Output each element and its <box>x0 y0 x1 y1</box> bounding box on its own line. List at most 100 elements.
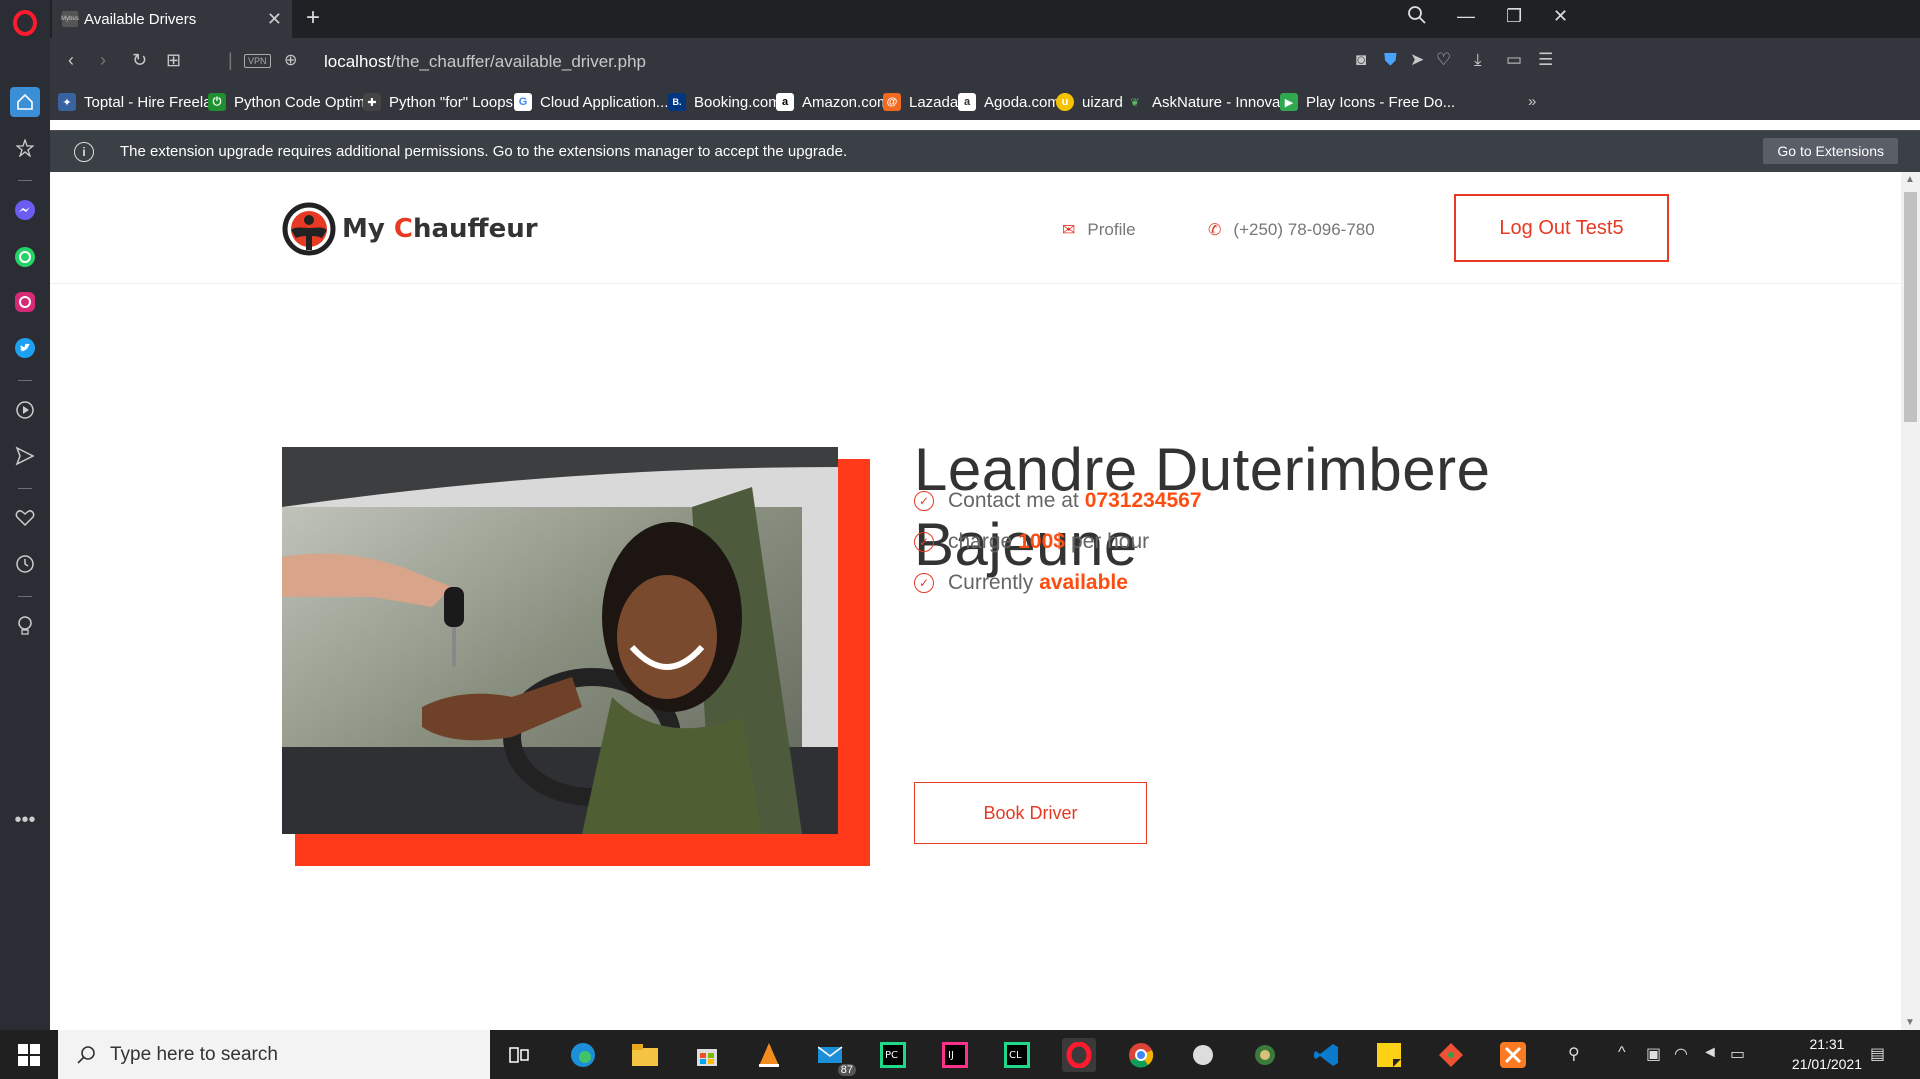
logout-button[interactable]: Log Out Test5 <box>1454 194 1669 262</box>
nav-profile[interactable]: ✉ Profile <box>1062 220 1136 240</box>
chrome-icon[interactable] <box>1124 1038 1158 1072</box>
history-icon[interactable] <box>10 549 40 579</box>
file-explorer-icon[interactable] <box>628 1038 662 1072</box>
flow-icon[interactable] <box>10 441 40 471</box>
bookmark-python-for[interactable]: ✚ Python "for" Loops... <box>363 93 526 111</box>
bookmark-amazon[interactable]: a Amazon.com <box>776 93 890 111</box>
easy-setup-icon[interactable]: ☰ <box>1538 50 1553 70</box>
vpn-badge[interactable]: VPN <box>244 54 271 68</box>
close-window-icon[interactable]: ✕ <box>1553 6 1568 27</box>
bookmark-python-code[interactable]: ⏻ Python Code Optim... <box>208 93 377 111</box>
messenger-icon[interactable] <box>10 195 40 225</box>
extension-infobar: i The extension upgrade requires additio… <box>50 130 1920 172</box>
tab-close-icon[interactable]: ✕ <box>267 9 282 30</box>
twitter-icon[interactable] <box>10 333 40 363</box>
scroll-down-icon[interactable]: ▼ <box>1905 1017 1915 1028</box>
site-header: My Chauffeur ✉ Profile ✆ (+250) 78-096-7… <box>50 172 1901 284</box>
edge-icon[interactable] <box>566 1038 600 1072</box>
amazon-icon: a <box>776 93 794 111</box>
heart-icon[interactable]: ♡ <box>1436 50 1451 70</box>
back-icon[interactable]: ‹ <box>68 50 74 71</box>
tab-bar: Mybus Available Drivers ✕ + — ❐ ✕ <box>50 0 1920 38</box>
search-placeholder: Type here to search <box>110 1043 278 1065</box>
notifications-icon[interactable]: ▤ <box>1870 1044 1885 1064</box>
bookmark-cloud-application[interactable]: G Cloud Application... <box>514 93 668 111</box>
reload-icon[interactable]: ↻ <box>132 50 147 71</box>
web-page: My Chauffeur ✉ Profile ✆ (+250) 78-096-7… <box>50 172 1901 1030</box>
scroll-up-icon[interactable]: ▲ <box>1905 174 1915 185</box>
scrollbar-thumb[interactable] <box>1904 192 1917 422</box>
intellij-icon[interactable]: IJ <box>938 1038 972 1072</box>
xampp-icon[interactable] <box>1496 1038 1530 1072</box>
git-icon[interactable] <box>1434 1038 1468 1072</box>
url-host: localhost <box>324 52 392 71</box>
instagram-icon[interactable] <box>10 287 40 317</box>
clion-icon[interactable]: CL <box>1000 1038 1034 1072</box>
bookmark-lazada[interactable]: @ Lazada <box>883 93 958 111</box>
clock-time: 21:31 <box>1809 1036 1845 1052</box>
battery-icon[interactable]: ▭ <box>1730 1044 1745 1064</box>
pycharm-icon[interactable]: PC <box>876 1038 910 1072</box>
clock-date: 21/01/2021 <box>1791 1056 1862 1072</box>
taskbar-search[interactable]: Type here to search <box>58 1030 490 1079</box>
tab-available-drivers[interactable]: Mybus Available Drivers ✕ <box>52 0 292 38</box>
bookmarks-heart-icon[interactable] <box>10 503 40 533</box>
task-view-icon[interactable] <box>502 1038 536 1072</box>
python-code-icon: ⏻ <box>208 93 226 111</box>
restore-icon[interactable]: ❐ <box>1506 6 1522 27</box>
whatsapp-icon[interactable] <box>10 242 40 272</box>
bookmark-play-icons[interactable]: ▶ Play Icons - Free Do... <box>1280 93 1455 111</box>
play-icons-icon: ▶ <box>1280 93 1298 111</box>
anaconda-icon[interactable] <box>1248 1038 1282 1072</box>
new-tab-icon[interactable]: + <box>306 4 320 32</box>
store-icon[interactable] <box>690 1038 724 1072</box>
minimize-icon[interactable]: — <box>1457 6 1475 27</box>
send-icon[interactable]: ➤ <box>1410 50 1424 70</box>
opera-logo-icon[interactable] <box>10 8 40 38</box>
app-circle-icon[interactable] <box>1186 1038 1220 1072</box>
home-icon[interactable] <box>10 87 40 117</box>
wifi-icon[interactable]: ◠ <box>1674 1044 1688 1064</box>
more-icon[interactable]: ••• <box>10 805 40 835</box>
page-scrollbar[interactable]: ▲ ▼ <box>1901 172 1920 1030</box>
windows-start-icon[interactable] <box>0 1030 58 1079</box>
bookmark-booking[interactable]: B. Booking.com <box>668 93 781 111</box>
site-logo[interactable]: My Chauffeur <box>282 202 538 256</box>
opera-sidebar: ••• <box>0 0 50 1030</box>
tabs-grid-icon[interactable]: ⊞ <box>166 50 181 71</box>
speed-dial-icon[interactable] <box>10 133 40 163</box>
search-tabs-icon[interactable] <box>1408 6 1426 29</box>
search-icon <box>77 1045 95 1064</box>
tray-chevron-icon[interactable]: ^ <box>1618 1044 1626 1062</box>
bookmark-toptal[interactable]: ✦ Toptal - Hire Freela... <box>58 93 224 111</box>
people-icon[interactable]: ⚲ <box>1568 1044 1580 1064</box>
vscode-icon[interactable] <box>1310 1038 1344 1072</box>
battery-saver-icon[interactable]: ▭ <box>1506 50 1522 70</box>
download-icon[interactable]: ⤓ <box>1474 50 1482 70</box>
info-icon: i <box>74 142 94 162</box>
envelope-icon: ✉ <box>1062 222 1076 239</box>
player-icon[interactable] <box>10 395 40 425</box>
lightbulb-icon[interactable] <box>10 611 40 641</box>
sticky-notes-icon[interactable] <box>1372 1038 1406 1072</box>
mail-icon[interactable]: 87 <box>814 1038 856 1076</box>
bookmarks-overflow-icon[interactable]: » <box>1528 93 1536 110</box>
lazada-icon: @ <box>883 93 901 111</box>
go-to-extensions-button[interactable]: Go to Extensions <box>1763 138 1898 164</box>
tray-clock[interactable]: 21:31 21/01/2021 <box>1792 1034 1862 1074</box>
url-field[interactable]: localhost/the_chauffer/available_driver.… <box>324 52 646 72</box>
nav-phone[interactable]: ✆ (+250) 78-096-780 <box>1208 220 1375 240</box>
snapshot-icon[interactable]: ◙ <box>1356 50 1366 70</box>
check-circle-icon: ✓ <box>914 532 934 552</box>
shield-icon[interactable]: ⛊ <box>1384 50 1397 70</box>
webcam-icon[interactable]: ▣ <box>1646 1044 1661 1064</box>
bookmark-uizard[interactable]: u uizard <box>1056 93 1123 111</box>
vlc-icon[interactable] <box>752 1038 786 1072</box>
status-value: available <box>1039 571 1128 594</box>
book-driver-button[interactable]: Book Driver <box>914 782 1147 844</box>
volume-icon[interactable]: ◄ <box>1702 1044 1718 1062</box>
bookmark-asknature[interactable]: ❦ AskNature - Innova... <box>1126 93 1293 111</box>
forward-icon[interactable]: › <box>100 50 106 71</box>
bookmark-agoda[interactable]: a Agoda.com <box>958 93 1060 111</box>
opera-taskbar-icon[interactable] <box>1062 1038 1096 1072</box>
